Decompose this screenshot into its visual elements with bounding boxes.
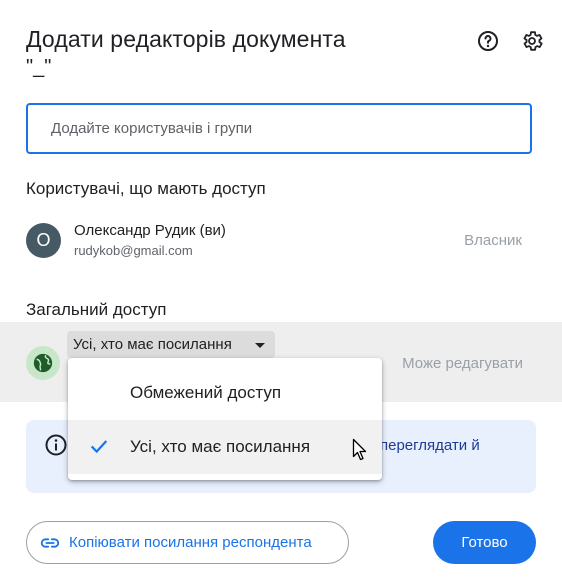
general-access-heading: Загальний доступ <box>26 300 167 319</box>
copy-respondent-link-button[interactable]: Копіювати посилання респондента <box>26 521 349 564</box>
gear-icon[interactable] <box>520 29 544 53</box>
user-email: rudykob@gmail.com <box>74 243 193 258</box>
mouse-pointer-icon <box>352 438 367 461</box>
general-access-selected: Усі, хто має посилання <box>73 336 232 353</box>
add-people-field[interactable] <box>26 103 532 154</box>
link-icon <box>40 537 60 548</box>
menu-item-label: Обмежений доступ <box>130 383 282 402</box>
info-icon <box>44 433 68 457</box>
user-name: Олександр Рудик (ви) <box>74 222 226 239</box>
owner-role-label: Власник <box>464 232 522 249</box>
done-button[interactable]: Готово <box>433 521 536 564</box>
globe-icon <box>26 346 60 380</box>
people-with-access-heading: Користувачі, що мають доступ <box>26 179 266 198</box>
general-access-dropdown[interactable]: Усі, хто має посилання <box>67 331 275 358</box>
dialog-subtitle: "_" <box>26 56 52 78</box>
menu-item-restricted[interactable]: Обмежений доступ <box>68 366 382 420</box>
avatar: О <box>26 223 61 258</box>
dialog-title: Додати редакторів документа <box>26 26 346 52</box>
copy-link-label: Копіювати посилання респондента <box>69 534 312 551</box>
info-text: ь переглядати й <box>368 437 480 454</box>
dropdown-arrow-icon <box>255 343 265 348</box>
checkmark-icon <box>90 440 108 454</box>
menu-item-label: Усі, хто має посилання <box>130 437 311 456</box>
add-people-input[interactable] <box>49 119 530 138</box>
help-icon[interactable] <box>476 29 500 53</box>
access-options-menu: Обмежений доступ Усі, хто має посилання <box>68 358 382 480</box>
menu-item-anyone-with-link[interactable]: Усі, хто має посилання <box>68 420 382 474</box>
link-role-dropdown[interactable]: Може редагувати <box>402 355 523 372</box>
